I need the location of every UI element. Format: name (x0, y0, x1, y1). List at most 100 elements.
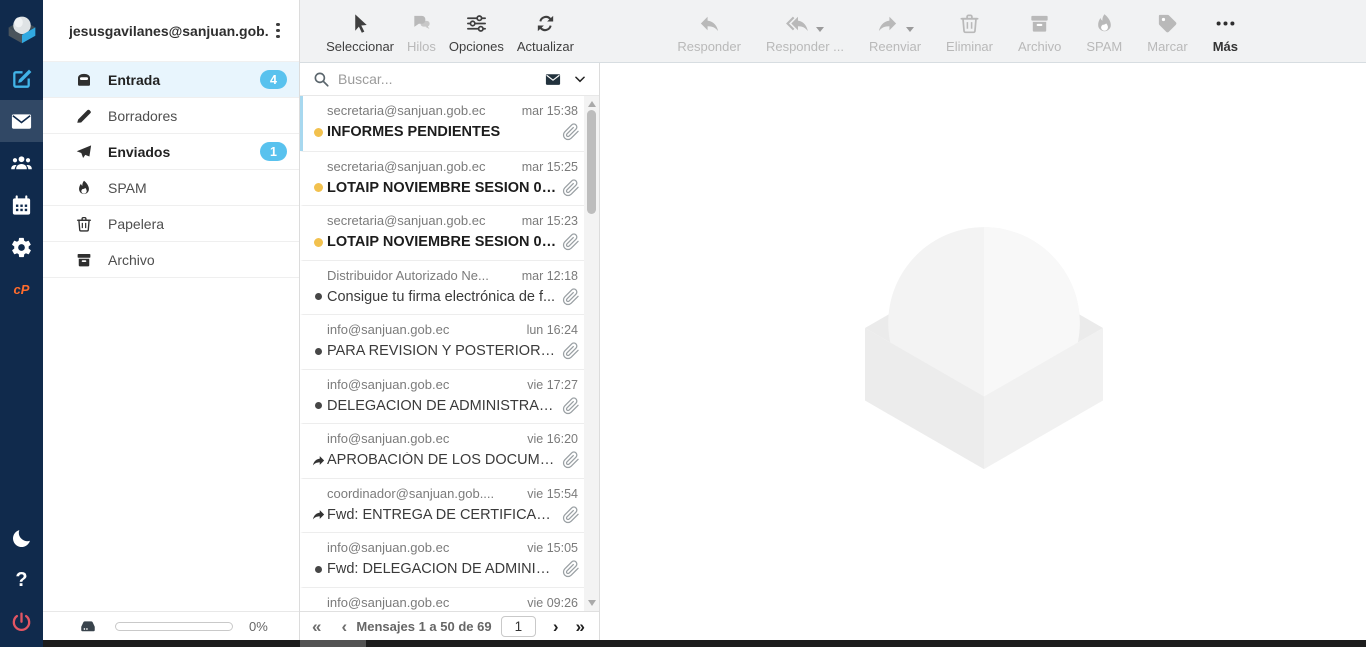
message-subject: Consigue tu firma electrónica de f... (327, 289, 557, 305)
message-row[interactable]: info@sanjuan.gob.ecvie 16:20APROBACIÓN D… (300, 423, 599, 478)
sidebar-item-archivo[interactable]: Archivo (43, 242, 299, 278)
reading-pane (601, 64, 1366, 640)
rail-cpanel-button[interactable]: cP (0, 268, 43, 310)
compose-button[interactable] (0, 58, 43, 100)
horizontal-scrollbar[interactable] (43, 640, 1366, 647)
responder-button[interactable]: Responder (677, 9, 741, 54)
chevron-down-icon (573, 72, 587, 86)
message-meta-line: info@sanjuan.gob.ecvie 09:26 (303, 588, 582, 610)
webmail-logo[interactable] (0, 0, 43, 58)
sidebar-item-papelera[interactable]: Papelera (43, 206, 299, 242)
message-row[interactable]: secretaria@sanjuan.gob.ecmar 15:25LOTAIP… (300, 151, 599, 206)
disk-icon (77, 617, 99, 635)
message-meta-line: info@sanjuan.gob.ecvie 15:05 (303, 533, 582, 555)
message-meta-line: info@sanjuan.gob.ec vie 17:27 (303, 370, 582, 392)
message-row[interactable]: Distribuidor Autorizado Ne...mar 12:18Co… (300, 260, 599, 315)
quota-percent: 0% (249, 619, 268, 634)
toolbar-icon-row (698, 9, 721, 35)
attachment-paperclip-icon (562, 342, 580, 360)
search-icon (312, 70, 330, 88)
account-menu-button[interactable] (269, 20, 287, 42)
message-row[interactable]: secretaria@sanjuan.gob.ecmar 15:38INFORM… (300, 96, 599, 151)
next-page-button[interactable]: › (553, 618, 559, 635)
message-time: vie 16:20 (527, 432, 578, 446)
logout-button[interactable] (0, 601, 43, 643)
eliminar-button[interactable]: Eliminar (946, 9, 993, 54)
actualizar-button[interactable]: Actualizar (517, 9, 574, 54)
envelope-icon (542, 71, 564, 88)
unread-count-badge: 1 (260, 142, 287, 161)
toolbar-icon-row (349, 9, 372, 35)
dark-mode-button[interactable] (0, 517, 43, 559)
message-row[interactable]: coordinador@sanjuan.gob....vie 15:54Fwd:… (300, 478, 599, 533)
message-time: vie 17:27 (527, 378, 578, 392)
message-row[interactable]: secretaria@sanjuan.gob.ec mar 15:23LOTAIP… (300, 205, 599, 260)
archivo-button[interactable]: Archivo (1018, 9, 1061, 54)
message-row[interactable]: info@sanjuan.gob.ecvie 09:26 (300, 587, 599, 612)
message-subject-line: APROBACIÓN DE LOS DOCUMEN... (303, 446, 582, 469)
forwarded-arrow-icon (311, 453, 326, 468)
page-number-input[interactable] (501, 616, 536, 637)
message-sender: info@sanjuan.gob.ec (327, 377, 517, 392)
spam-button[interactable]: SPAM (1086, 9, 1122, 54)
scrollbar-thumb[interactable] (587, 110, 596, 214)
sidebar-item-entrada[interactable]: Entrada4 (43, 62, 299, 98)
marcar-button[interactable]: Marcar (1147, 9, 1187, 54)
rail-mail-button[interactable] (0, 100, 43, 142)
rail-bottom-group: ? (0, 517, 43, 643)
read-dot-icon (315, 566, 322, 573)
reenviar-button[interactable]: Reenviar (869, 9, 921, 54)
message-time: mar 15:23 (522, 214, 578, 228)
horizontal-scrollbar-thumb[interactable] (300, 640, 366, 647)
message-row[interactable]: info@sanjuan.gob.ec vie 17:27DELEGACION D… (300, 369, 599, 424)
toolbar-message-actions: Responder Responder ... Reenviar Eliminar Ar… (600, 0, 1366, 62)
message-subject-line: LOTAIP NOVIEMBRE SESION 062 (303, 174, 582, 197)
message-subject: LOTAIP NOVIEMBRE SESION 062 (327, 180, 557, 196)
first-page-button[interactable]: « (312, 618, 321, 635)
toolbar-button-label: Responder ... (766, 39, 844, 54)
mail-source-dropdown[interactable] (542, 71, 587, 88)
trash-icon (958, 12, 981, 35)
toolbar-button-label: Seleccionar (326, 39, 394, 54)
dropdown-caret-icon[interactable] (906, 27, 914, 32)
dropdown-caret-icon[interactable] (816, 27, 824, 32)
app-rail: cP ? (0, 0, 43, 647)
search-input[interactable] (338, 71, 542, 87)
message-subject-line: LOTAIP NOVIEMBRE SESION 061 (303, 228, 582, 251)
message-row[interactable]: info@sanjuan.gob.eclun 16:24PARA REVISIO… (300, 314, 599, 369)
folder-list: Entrada4BorradoresEnviados1SPAMPapelera A… (43, 62, 299, 278)
last-page-button[interactable]: » (576, 618, 585, 635)
mas-button[interactable]: Más (1213, 9, 1238, 54)
toolbar-button-label: Archivo (1018, 39, 1061, 54)
opciones-button[interactable]: Opciones (449, 9, 504, 54)
message-row[interactable]: info@sanjuan.gob.ecvie 15:05Fwd: DELEGAC… (300, 532, 599, 587)
seleccionar-button[interactable]: Seleccionar (326, 9, 394, 54)
toolbar-icon-row (1156, 9, 1179, 35)
attachment-paperclip-icon (562, 288, 580, 306)
help-button[interactable]: ? (0, 559, 43, 601)
message-time: mar 12:18 (522, 269, 578, 283)
rail-settings-button[interactable] (0, 226, 43, 268)
message-time: mar 15:25 (522, 160, 578, 174)
unread-dot-icon (314, 128, 323, 137)
scroll-down-arrow-icon[interactable] (588, 600, 596, 606)
toolbar-button-label: Más (1213, 39, 1238, 54)
cursor-icon (349, 12, 372, 35)
rail-contacts-button[interactable] (0, 142, 43, 184)
message-sender: secretaria@sanjuan.gob.ec (327, 213, 512, 228)
responder-todos-button[interactable]: Responder ... (766, 9, 844, 54)
hilos-button[interactable]: Hilos (407, 9, 436, 54)
message-subject-line: DELEGACION DE ADMINISTRADO... (303, 392, 582, 415)
unread-dot-icon (314, 183, 323, 192)
toolbar-button-label: Responder (677, 39, 741, 54)
sidebar-item-borradores[interactable]: Borradores (43, 98, 299, 134)
sidebar-item-enviados[interactable]: Enviados1 (43, 134, 299, 170)
message-list-scrollbar[interactable] (584, 96, 599, 611)
contacts-icon (10, 152, 33, 175)
rail-calendar-button[interactable] (0, 184, 43, 226)
mail-icon (10, 110, 33, 133)
folder-label: Archivo (108, 252, 287, 268)
toolbar-button-label: Reenviar (869, 39, 921, 54)
scroll-up-arrow-icon[interactable] (588, 101, 596, 107)
sidebar-item-spam[interactable]: SPAM (43, 170, 299, 206)
